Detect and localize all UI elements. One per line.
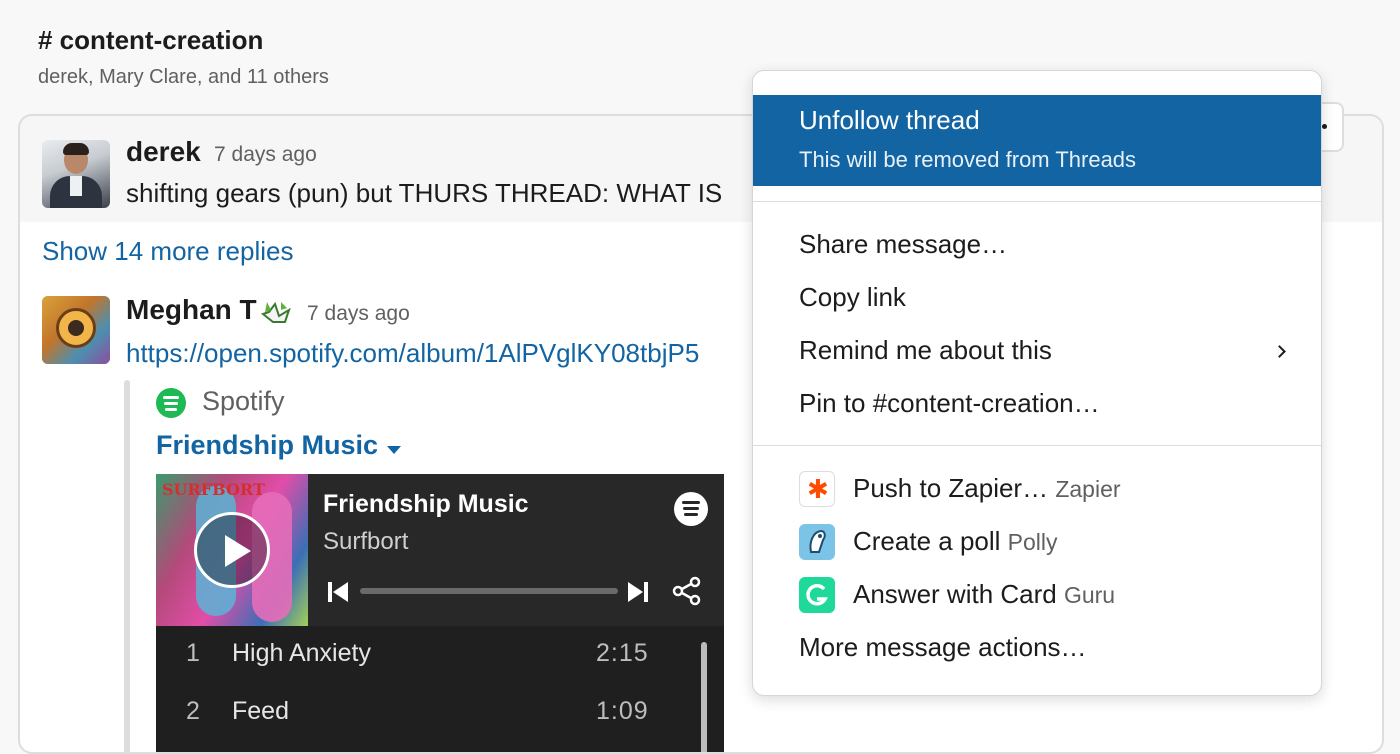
show-more-replies-link[interactable]: Show 14 more replies	[42, 236, 293, 267]
menu-item-label: Create a poll	[853, 526, 1001, 556]
menu-divider	[753, 445, 1321, 446]
avatar[interactable]	[42, 140, 110, 208]
menu-item-app-action: Create a poll Polly	[853, 526, 1058, 557]
channel-members[interactable]: derek, Mary Clare, and 11 others	[38, 64, 329, 90]
share-icon[interactable]	[672, 576, 702, 606]
message-timestamp[interactable]: 7 days ago	[307, 302, 410, 326]
track-name: High Anxiety	[232, 639, 371, 667]
spotify-logo-icon[interactable]	[674, 492, 708, 526]
menu-item-label: Pin to #content-creation…	[799, 388, 1100, 418]
next-track-icon[interactable]	[628, 582, 648, 602]
menu-item-label: Answer with Card	[853, 579, 1057, 609]
menu-item-more-actions[interactable]: More message actions…	[753, 622, 1321, 674]
attachment-bar	[124, 380, 130, 752]
track-name: Feed	[232, 697, 289, 725]
menu-item-app-name: Polly	[1007, 529, 1058, 555]
menu-item-app-name: Zapier	[1055, 476, 1121, 502]
spotify-link[interactable]: https://open.spotify.com/album/1AlPVglKY…	[126, 338, 699, 369]
progress-bar[interactable]	[360, 588, 618, 594]
album-art: SURFBORT	[156, 474, 308, 626]
menu-item-label: More message actions…	[799, 632, 1087, 662]
zapier-icon: ✱	[799, 471, 835, 507]
menu-item-description: This will be removed from Threads	[799, 147, 1137, 172]
menu-item-app-action: Push to Zapier… Zapier	[853, 473, 1121, 504]
attachment-service-name: Spotify	[202, 386, 285, 416]
menu-item-label: Unfollow thread	[799, 105, 980, 135]
attachment-title-link[interactable]: Friendship Music	[156, 430, 378, 461]
avatar[interactable]	[42, 296, 110, 364]
track-row[interactable]: 1 High Anxiety 2:15	[156, 626, 706, 684]
cactus-emoji-icon	[260, 301, 291, 323]
message-author[interactable]: Meghan T	[126, 294, 257, 326]
track-number: 2	[186, 697, 200, 725]
previous-track-icon[interactable]	[328, 582, 348, 602]
menu-item-app-name: Guru	[1063, 582, 1116, 608]
caret-down-icon[interactable]	[387, 446, 401, 454]
menu-item-copy-link[interactable]: Copy link	[753, 272, 1321, 324]
play-icon	[225, 535, 251, 567]
menu-item-create-poll[interactable]: Create a poll Polly	[753, 516, 1321, 568]
message-actions-menu: Unfollow thread This will be removed fro…	[752, 70, 1322, 696]
channel-header: # content-creation derek, Mary Clare, an…	[38, 22, 329, 90]
tracklist-scrollbar[interactable]	[701, 642, 707, 752]
menu-item-answer-with-card[interactable]: Answer with Card Guru	[753, 569, 1321, 621]
menu-item-app-action: Answer with Card Guru	[853, 579, 1115, 610]
message-author[interactable]: derek	[126, 136, 201, 168]
menu-item-remind-me[interactable]: Remind me about this	[753, 325, 1321, 377]
track-duration: 1:09	[596, 697, 649, 725]
track-row[interactable]: 2 Feed 1:09	[156, 684, 706, 742]
menu-item-share-message[interactable]: Share message…	[753, 219, 1321, 271]
channel-title[interactable]: # content-creation	[38, 22, 329, 58]
player-artist[interactable]: Surfbort	[323, 528, 408, 556]
spotify-icon	[156, 388, 186, 418]
track-duration: 2:15	[596, 639, 649, 667]
player-track-title: Friendship Music	[323, 490, 529, 518]
menu-item-push-to-zapier[interactable]: ✱ Push to Zapier… Zapier	[753, 463, 1321, 515]
polly-icon	[799, 524, 835, 560]
track-number: 1	[186, 639, 200, 667]
message-text: shifting gears (pun) but THURS THREAD: W…	[126, 178, 723, 208]
more-dots-icon	[1322, 124, 1327, 129]
album-art-text: SURFBORT	[162, 480, 265, 499]
menu-item-unfollow-thread[interactable]: Unfollow thread This will be removed fro…	[753, 95, 1321, 186]
menu-divider	[753, 201, 1321, 202]
menu-item-label: Share message…	[799, 229, 1008, 259]
chevron-right-icon	[1273, 345, 1286, 358]
message-timestamp[interactable]: 7 days ago	[214, 143, 317, 167]
guru-icon	[799, 577, 835, 613]
menu-item-label: Push to Zapier…	[853, 473, 1049, 503]
spotify-player: SURFBORT Friendship Music Surfbort 1 Hig…	[156, 474, 724, 752]
menu-item-label: Copy link	[799, 282, 906, 312]
menu-item-pin-to-channel[interactable]: Pin to #content-creation…	[753, 378, 1321, 430]
menu-item-label: Remind me about this	[799, 335, 1052, 365]
play-button[interactable]	[194, 512, 270, 588]
